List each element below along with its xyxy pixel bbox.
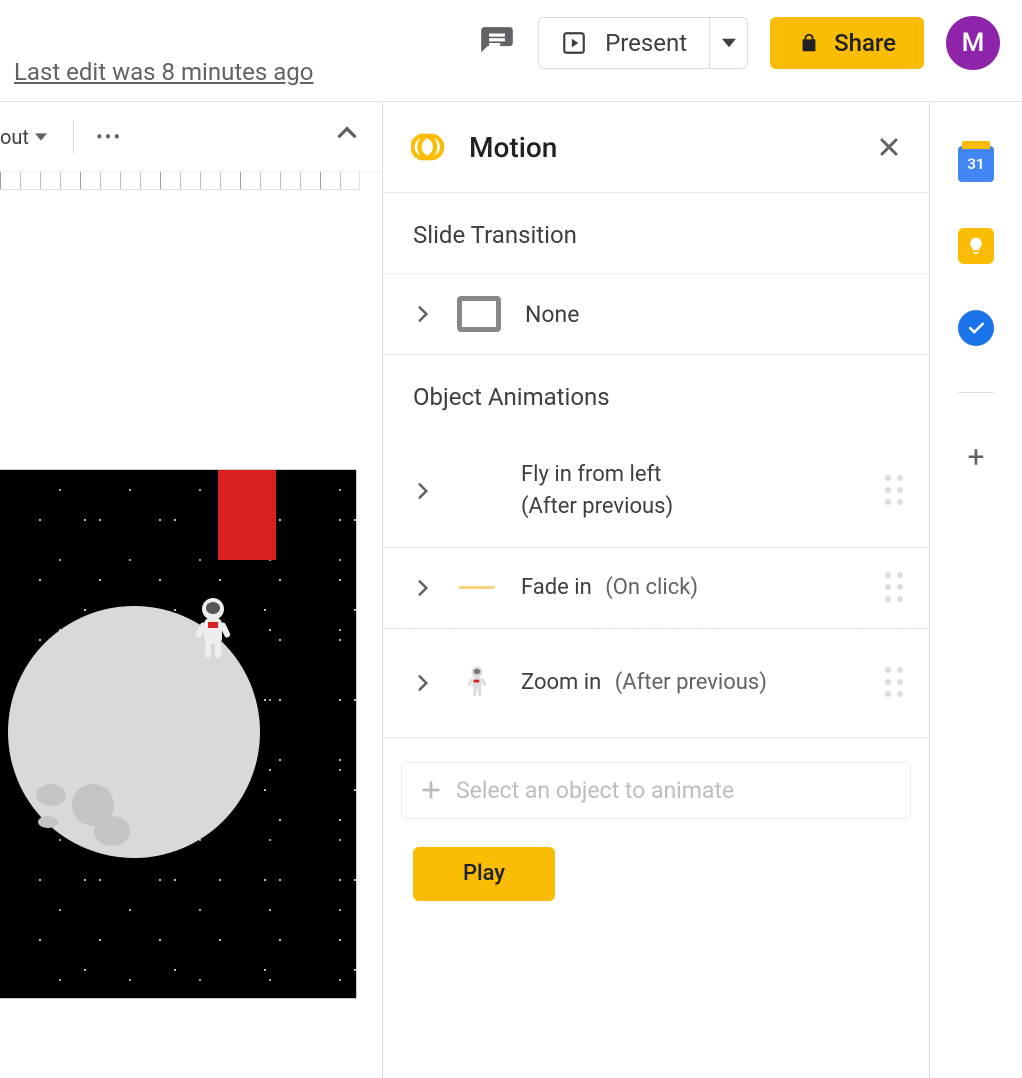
animation-name: Fly in from left — [521, 462, 661, 487]
canvas-area: out ••• — [0, 102, 382, 1078]
topbar: Present Share M Last edit was 8 minutes … — [0, 0, 1022, 102]
animation-row[interactable]: Zoom in (After previous) — [383, 629, 929, 738]
tasks-addon-icon[interactable] — [958, 310, 994, 346]
drag-handle[interactable] — [885, 572, 905, 604]
avatar-letter: M — [962, 28, 985, 58]
add-animation-placeholder: Select an object to animate — [456, 777, 734, 804]
present-button[interactable]: Present — [539, 18, 709, 68]
object-animations-heading: Object Animations — [383, 355, 929, 435]
calendar-addon-icon[interactable]: 31 — [958, 146, 994, 182]
motion-panel: Motion Slide Transition None Object Anim… — [382, 102, 930, 1078]
share-button[interactable]: Share — [770, 17, 924, 69]
side-rail: 31 + — [930, 102, 1022, 1078]
chevron-right-icon — [413, 481, 433, 501]
drag-handle[interactable] — [885, 475, 905, 507]
keep-addon-icon[interactable] — [958, 228, 994, 264]
account-avatar[interactable]: M — [946, 16, 1000, 70]
slide-icon — [457, 296, 501, 332]
slide-object-astronaut[interactable] — [196, 598, 232, 658]
slide-transition-row[interactable]: None — [383, 273, 929, 355]
present-label: Present — [605, 29, 687, 57]
last-edit-link[interactable]: Last edit was 8 minutes ago — [14, 58, 313, 86]
add-animation-row: Select an object to animate — [401, 762, 911, 819]
plus-icon — [420, 779, 442, 801]
chevron-right-icon — [413, 578, 433, 598]
comments-icon[interactable] — [478, 24, 516, 62]
share-label: Share — [834, 29, 896, 57]
get-addons-button[interactable]: + — [958, 439, 994, 475]
animation-trigger: (On click) — [605, 575, 698, 600]
animation-row[interactable]: Fly in from left (After previous) — [383, 435, 929, 548]
chevron-right-icon — [413, 673, 433, 693]
play-button-label: Play — [463, 861, 505, 886]
motion-panel-title: Motion — [469, 131, 853, 164]
animation-thumb — [455, 653, 499, 713]
animation-name: Fade in — [521, 575, 592, 600]
present-button-group: Present — [538, 17, 748, 69]
slide-transition-heading: Slide Transition — [383, 193, 929, 273]
layout-dropdown[interactable]: out — [0, 125, 59, 149]
slide-preview[interactable] — [0, 470, 356, 998]
secondary-toolbar: out ••• — [0, 102, 382, 172]
animation-list: Fly in from left (After previous) Fade i… — [383, 435, 929, 738]
collapse-toolbar-button[interactable] — [334, 120, 360, 146]
drag-handle[interactable] — [885, 667, 905, 699]
more-button[interactable]: ••• — [88, 125, 130, 149]
rail-divider — [958, 392, 994, 393]
ruler — [0, 172, 360, 190]
animation-trigger: (After previous) — [615, 670, 767, 695]
chevron-right-icon — [413, 304, 433, 324]
lock-icon — [798, 32, 820, 54]
close-icon — [877, 135, 901, 159]
present-dropdown-button[interactable] — [709, 18, 747, 68]
animation-name: Zoom in — [521, 670, 601, 695]
chevron-down-icon — [35, 131, 47, 143]
play-button[interactable]: Play — [413, 847, 555, 901]
animation-trigger: (After previous) — [521, 494, 673, 519]
slide-object-red-rectangle[interactable] — [218, 470, 276, 560]
transition-value: None — [525, 301, 579, 328]
motion-icon — [411, 130, 445, 164]
animation-thumb — [455, 586, 499, 589]
toolbar-divider — [73, 120, 74, 154]
animation-row[interactable]: Fade in (On click) — [383, 548, 929, 629]
close-panel-button[interactable] — [877, 135, 901, 159]
